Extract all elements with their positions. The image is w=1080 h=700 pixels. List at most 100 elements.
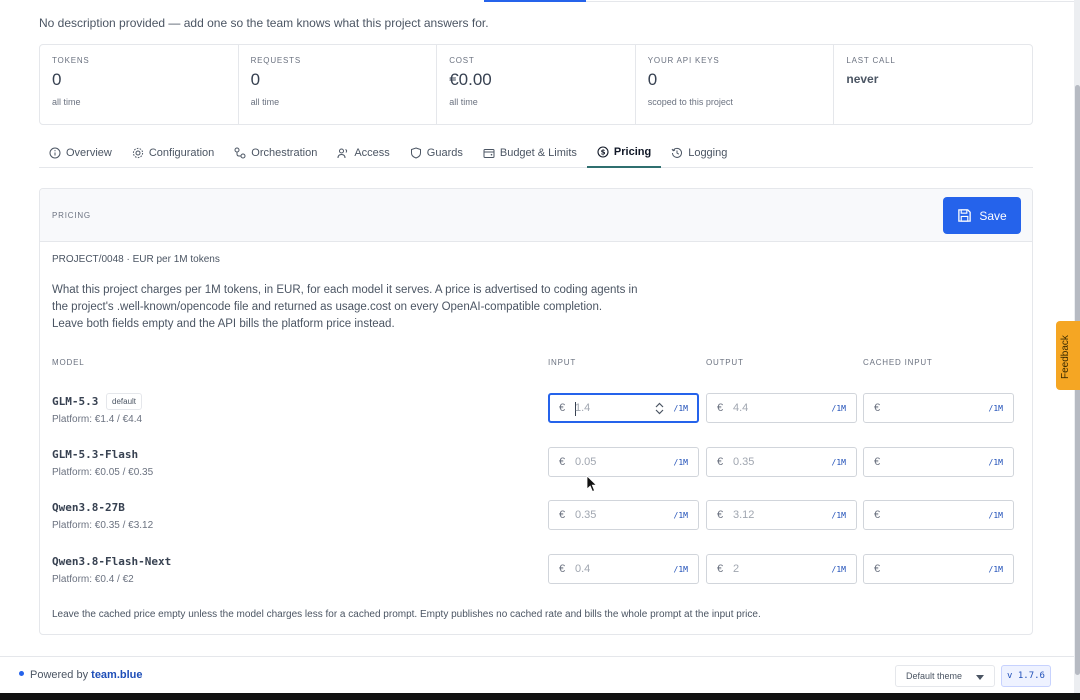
model-name: Qwen3.8-Flash-Next [52,555,172,568]
version-badge: v 1.7.6 [1001,665,1051,687]
stat-label: REQUESTS [250,56,302,65]
chevron-down-icon [976,675,984,680]
tab-orchestration[interactable]: Orchestration [224,138,327,167]
tab-pricing[interactable]: $ Pricing [586,138,662,168]
currency-symbol: € [874,456,881,468]
stat-sub: all time [250,97,280,107]
explanation-line: Leave both fields empty and the API bill… [52,318,395,330]
info-icon [49,147,61,158]
unit-label: /1M [831,458,846,467]
stat-label: YOUR API KEYS [647,56,720,65]
currency-symbol: € [559,402,566,414]
unit-label: /1M [988,565,1003,574]
currency-symbol: € [559,456,566,468]
stat-value: 0 [647,70,658,89]
currency-symbol: € [559,563,566,575]
tab-label: Configuration [148,146,215,159]
unit-label: /1M [831,565,846,574]
feedback-tab[interactable]: Feedback [1056,321,1080,390]
unit-label: /1M [673,458,688,467]
number-spinner-icon[interactable] [655,402,664,415]
currency-symbol: € [717,509,724,521]
theme-select[interactable]: Default theme [895,665,995,687]
tab-label: Budget & Limits [499,146,577,159]
stat-tokens: TOKENS 0 all time [40,45,239,124]
price-placeholder: 4.4 [733,402,749,414]
stat-sub: scoped to this project [647,97,733,107]
explanation-line: What this project charges per 1M tokens,… [52,284,638,296]
tab-guards[interactable]: Guards [400,138,473,167]
platform-price: Platform: €0.4 / €2 [52,574,134,585]
currency-symbol: € [874,563,881,575]
pricing-card-header: PRICING Save [40,189,1032,242]
brand-link[interactable]: team.blue [91,669,142,681]
tab-label: Logging [688,146,728,159]
screen-bottom-edge [0,693,1080,700]
unit-label: /1M [673,511,688,520]
tab-access[interactable]: Access [327,138,399,167]
save-label: Save [979,208,1007,223]
stat-value: €0.00 [449,70,492,89]
currency-symbol: € [717,402,724,414]
input-price-field[interactable]: € 0.35 /1M [548,500,699,530]
stat-label: TOKENS [52,56,90,65]
powered-by: Powered by team.blue [19,669,143,681]
currency-symbol: € [559,509,566,521]
powered-prefix: Powered by [30,669,89,681]
output-price-field[interactable]: € 2 /1M [706,554,857,584]
input-price-field[interactable]: € 0.4 /1M [548,554,699,584]
model-name: GLM-5.3 [52,395,99,408]
stat-last-call: LAST CALL never [834,45,1032,124]
project-tabs: Overview Configuration Orchestration Acc… [39,138,1033,168]
price-placeholder: 3.12 [733,509,755,521]
unit-label: /1M [988,404,1003,413]
pricing-title: PRICING [52,211,91,220]
output-price-field[interactable]: € 4.4 /1M [706,393,857,423]
history-icon [671,147,683,158]
column-header-input: INPUT [548,358,576,367]
tab-configuration[interactable]: Configuration [122,138,224,167]
cached-price-field[interactable]: € /1M [863,500,1014,530]
currency-symbol: € [717,563,724,575]
output-price-field[interactable]: € 0.35 /1M [706,447,857,477]
cached-price-field[interactable]: € /1M [863,393,1014,423]
input-price-field[interactable]: € 0.05 /1M [548,447,699,477]
column-header-output: OUTPUT [706,358,744,367]
currency-symbol: € [874,402,881,414]
stat-label: LAST CALL [846,56,896,65]
stat-api-keys: YOUR API KEYS 0 scoped to this project [636,45,835,124]
tab-logging[interactable]: Logging [661,138,737,167]
input-price-field[interactable]: € 1.4 /1M [548,393,699,423]
stats-panel: TOKENS 0 all time REQUESTS 0 all time CO… [39,44,1033,125]
column-header-cached: CACHED INPUT [863,358,933,367]
tab-budget-limits[interactable]: Budget & Limits [473,138,587,167]
tab-label: Access [354,146,390,159]
project-description: No description provided — add one so the… [39,16,489,30]
top-divider [586,1,1074,2]
cached-price-field[interactable]: € /1M [863,447,1014,477]
stat-requests: REQUESTS 0 all time [239,45,438,124]
feedback-label: Feedback [1060,335,1071,379]
pricing-explanation: What this project charges per 1M tokens,… [52,282,692,333]
price-placeholder: 0.4 [575,563,591,575]
stat-sub: all time [449,97,478,107]
platform-price: Platform: €1.4 / €4.4 [52,414,143,425]
users-icon [337,148,348,158]
top-tab-indicator [484,0,586,2]
project-currency-line: PROJECT/0048 · EUR per 1M tokens [52,254,220,265]
status-dot [19,671,24,676]
tab-label: Pricing [613,146,652,158]
platform-price: Platform: €0.35 / €3.12 [52,520,154,531]
column-header-model: MODEL [52,358,85,367]
tab-overview[interactable]: Overview [39,138,122,167]
output-price-field[interactable]: € 3.12 /1M [706,500,857,530]
mouse-cursor-icon [586,475,598,493]
tab-label: Orchestration [251,146,318,159]
price-placeholder: 0.35 [575,509,597,521]
dollar-circle-icon: $ [597,146,609,158]
cached-price-field[interactable]: € /1M [863,554,1014,584]
shield-icon [410,146,421,159]
pricing-card: PRICING Save PROJECT/0048 · EUR per 1M t… [39,188,1033,635]
save-button[interactable]: Save [943,197,1021,234]
price-placeholder: 0.35 [733,456,755,468]
